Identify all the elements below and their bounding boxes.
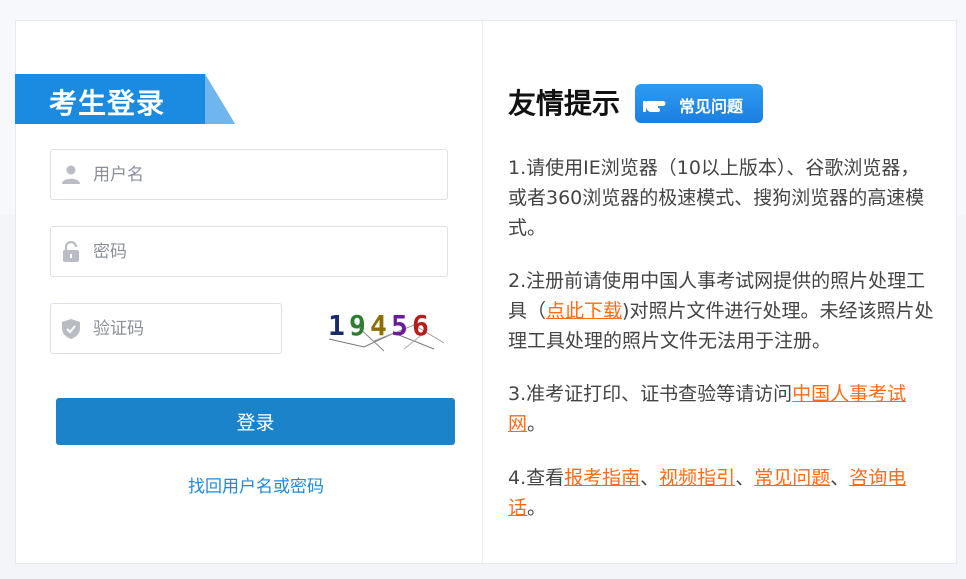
tip-resources-text-before: 4.查看 (508, 467, 565, 489)
user-icon (61, 164, 81, 184)
faq-link[interactable]: 常见问题 (754, 467, 830, 489)
tip-resources: 4.查看报考指南、视频指引、常见问题、咨询电话。 (508, 463, 938, 523)
tip-photo-tool: 2.注册前请使用中国人事考试网提供的照片处理工具（点此下载)对照片文件进行处理。… (508, 266, 938, 356)
faq-badge-button[interactable]: 常见问题 (635, 84, 763, 123)
password-input[interactable] (91, 235, 435, 269)
photo-tool-download-link[interactable]: 点此下载 (546, 300, 622, 322)
pointing-hand-icon (643, 91, 673, 117)
tip-browser: 1.请使用IE浏览器（10以上版本）、谷歌浏览器，或者360浏览器的极速模式、搜… (508, 153, 938, 243)
password-field[interactable] (50, 226, 448, 277)
tip-admission-text-after: 。 (527, 413, 547, 435)
tip-browser-text: 1.请使用IE浏览器（10以上版本）、谷歌浏览器，或者360浏览器的极速模式、搜… (508, 157, 925, 239)
tip-admission-ticket: 3.准考证打印、证书查验等请访问中国人事考试网。 (508, 379, 938, 439)
login-card: 考生登录 1 9 4 5 6 登录 找回用户名或密码 友情提示 (15, 20, 957, 564)
captcha-char: 5 (391, 309, 408, 342)
captcha-char: 4 (370, 309, 387, 342)
captcha-field[interactable] (50, 303, 282, 354)
exam-guide-link[interactable]: 报考指南 (564, 467, 640, 489)
separator: 、 (735, 467, 755, 489)
login-button[interactable]: 登录 (56, 398, 455, 445)
lock-icon (61, 240, 81, 262)
separator: 、 (830, 467, 850, 489)
username-input[interactable] (91, 158, 435, 192)
username-field[interactable] (50, 149, 448, 200)
separator: 、 (640, 467, 660, 489)
faq-badge-label: 常见问题 (679, 97, 744, 116)
video-guide-link[interactable]: 视频指引 (659, 467, 735, 489)
captcha-char: 6 (412, 309, 429, 342)
tips-title: 友情提示 (508, 87, 621, 120)
recover-account-link[interactable]: 找回用户名或密码 (16, 472, 496, 497)
login-title: 考生登录 (49, 87, 166, 120)
tip-admission-text-before: 3.准考证打印、证书查验等请访问 (508, 383, 793, 405)
shield-check-icon (61, 318, 81, 339)
captcha-char: 9 (349, 309, 366, 342)
captcha-input[interactable] (91, 312, 275, 346)
tip-resources-text-after: 。 (527, 497, 547, 519)
login-banner: 考生登录 (15, 74, 235, 124)
captcha-char: 1 (328, 309, 345, 342)
captcha-image[interactable]: 1 9 4 5 6 (324, 303, 449, 353)
